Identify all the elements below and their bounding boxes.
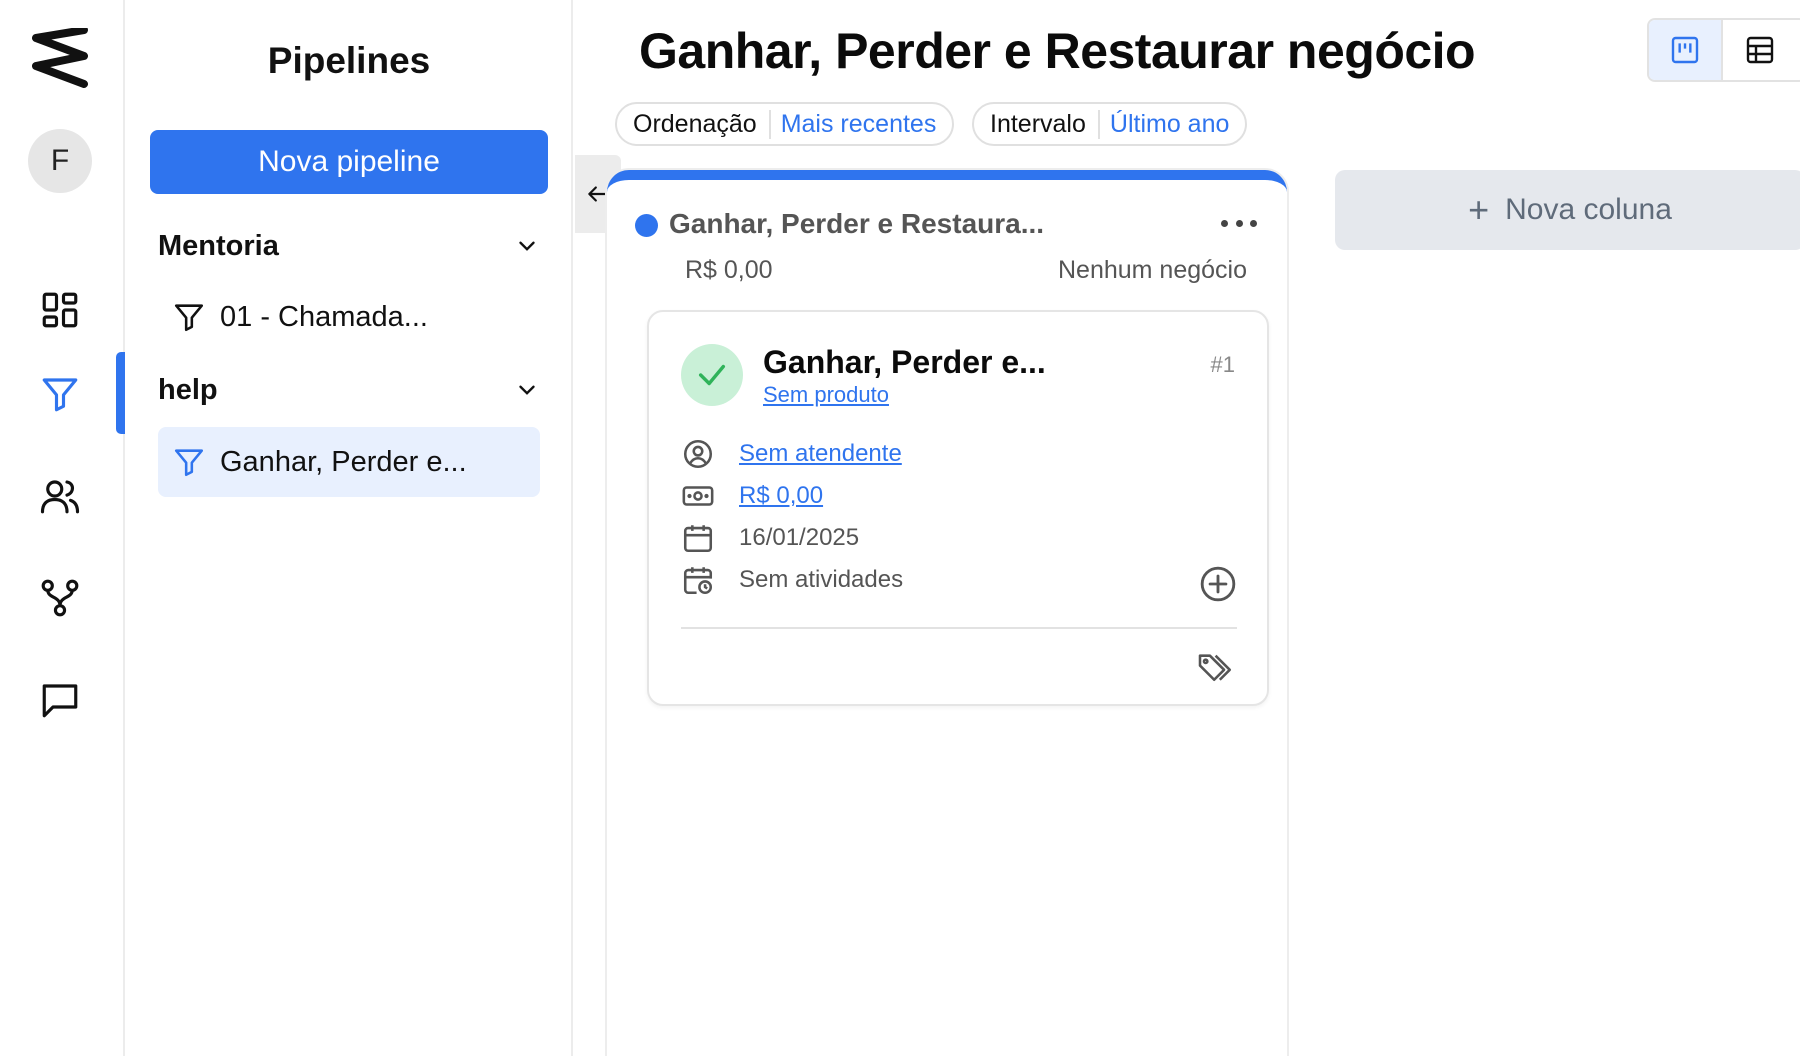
new-column-button[interactable]: + Nova coluna [1335,170,1800,250]
column-count: Nenhum negócio [1057,256,1247,284]
main-area: Ganhar, Perder e Restaurar negócio Orden… [575,0,1800,1056]
filter-value: Último ano [1109,109,1230,138]
pipeline-label: Ganhar, Perder e... [220,445,467,478]
calendar-clock-icon [683,567,713,595]
users-icon[interactable] [34,470,86,522]
column-color-dot [635,214,658,237]
card-divider [681,627,1237,629]
calendar-icon [683,525,713,553]
kanban-view-button[interactable] [1649,20,1723,80]
activities-text: Sem atividades [739,566,904,593]
dashboard-icon[interactable] [34,284,86,336]
value-link[interactable]: R$ 0,00 [739,482,823,510]
range-filter[interactable]: Intervalo Último ano [972,102,1248,146]
user-circle-icon [683,439,713,469]
filter-value: Mais recentes [780,109,937,138]
workflow-icon[interactable] [34,572,86,624]
funnel-icon [174,304,204,332]
attendant-row: Sem atendente [681,436,902,472]
pipeline-item-selected[interactable]: Ganhar, Perder e... [158,427,540,497]
avatar[interactable]: F [28,129,92,193]
new-pipeline-button[interactable]: Nova pipeline [150,130,548,194]
icon-rail: F [0,0,125,1056]
chat-icon[interactable] [34,674,86,726]
add-activity-icon[interactable] [1199,565,1237,603]
attendant-link[interactable]: Sem atendente [739,440,902,468]
plus-icon: + [1468,189,1490,230]
pipelines-sidebar: Pipelines Nova pipeline Mentoria 01 - Ch… [125,0,573,1056]
kanban-column: Ganhar, Perder e Restaura... R$ 0,00 Nen… [607,170,1287,1056]
deal-date: 16/01/2025 [739,524,860,551]
group-label: Mentoria [158,229,279,262]
table-view-button[interactable] [1723,20,1797,80]
sidebar-title: Pipelines [267,40,431,81]
group-label: help [158,373,218,406]
active-indicator [116,352,125,434]
column-total: R$ 0,00 [685,256,773,284]
won-status-icon [681,344,743,406]
money-icon [682,486,714,506]
activities-row: Sem atividades [681,562,903,598]
value-row: R$ 0,00 [681,478,823,514]
new-column-label: Nova coluna [1505,193,1672,226]
pipeline-label: 01 - Chamada... [220,300,428,333]
logo-icon[interactable] [28,26,92,92]
kanban-icon [1671,36,1699,64]
deal-card[interactable]: Ganhar, Perder e... #1 Sem produto Sem a… [647,310,1269,706]
deal-title: Ganhar, Perder e... [763,344,1046,380]
group-help[interactable]: help [158,370,540,410]
chevron-down-icon [519,241,535,251]
date-row: 16/01/2025 [681,520,859,556]
group-mentoria[interactable]: Mentoria [158,226,540,266]
tags-icon[interactable] [1197,650,1237,684]
product-link[interactable]: Sem produto [763,382,889,408]
funnel-icon [174,449,204,477]
more-options-icon[interactable] [1221,216,1257,230]
page-title: Ganhar, Perder e Restaurar negócio [639,23,1476,79]
filter-key: Ordenação [633,109,771,139]
pipeline-item[interactable]: 01 - Chamada... [158,282,540,352]
chevron-down-icon [519,385,535,395]
sort-filter[interactable]: Ordenação Mais recentes [615,102,955,146]
funnel-icon[interactable] [34,368,86,420]
filter-key: Intervalo [990,109,1100,139]
app-root: F Pipelines Nova pipeline Mentoria 01 - … [0,0,1800,1056]
column-title: Ganhar, Perder e Restaura... [669,208,1045,239]
table-icon [1746,36,1774,64]
view-toggle [1647,18,1800,82]
deal-id: #1 [1210,352,1235,377]
